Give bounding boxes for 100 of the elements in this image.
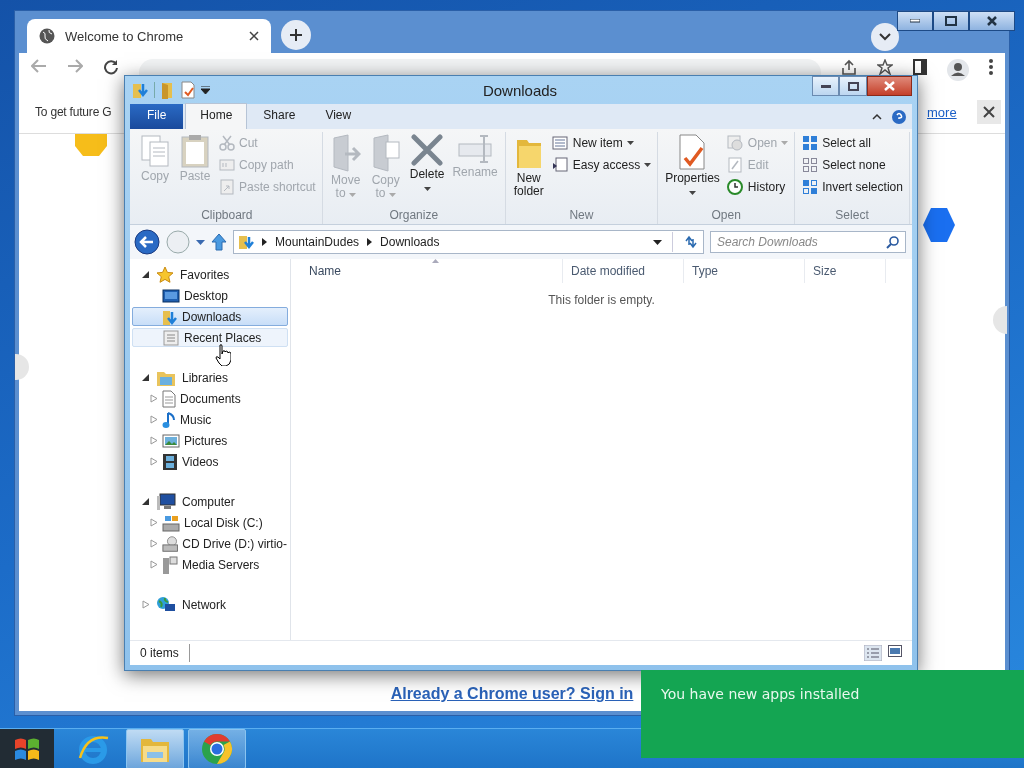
ribbon-tab[interactable]: File	[130, 104, 184, 129]
cd-drive-icon	[162, 534, 179, 553]
new-tab-button[interactable]	[281, 20, 311, 50]
properties-icon	[677, 134, 708, 170]
sign-in-link[interactable]: Already a Chrome user? Sign in	[390, 685, 634, 703]
caret-icon	[644, 163, 652, 167]
breadcrumb[interactable]: MountainDudes	[275, 235, 360, 249]
film-icon	[162, 452, 178, 471]
column-header[interactable]: Name	[301, 259, 563, 283]
breadcrumb-arrow-icon	[367, 238, 373, 246]
network-icon	[156, 595, 176, 614]
ribbon-tab[interactable]: View	[311, 104, 366, 129]
globe-icon	[39, 28, 55, 44]
up-arrow-icon	[211, 233, 227, 251]
star-icon	[877, 59, 893, 75]
group-label: Select	[834, 208, 870, 224]
nav-item[interactable]: Computer	[132, 492, 288, 511]
profile-icon	[947, 59, 969, 81]
column-header[interactable]: Date modified	[563, 259, 684, 283]
customize-arrow-icon	[201, 86, 210, 94]
caret-icon	[626, 141, 634, 145]
more-menu-icon	[989, 59, 993, 75]
nav-item[interactable]: Pictures	[132, 431, 288, 450]
ribbon-tab[interactable]: Share	[249, 104, 310, 129]
select-none-icon	[802, 158, 817, 172]
history-icon	[727, 179, 744, 195]
details-view-icon	[864, 645, 882, 661]
nav-item[interactable]: Desktop	[132, 286, 288, 305]
desktop-icon	[162, 288, 180, 303]
ribbon-tab[interactable]: Home	[185, 103, 248, 129]
nav-item[interactable]: Downloads	[132, 307, 288, 326]
new-item-icon	[552, 136, 569, 150]
scissors-icon	[218, 135, 235, 151]
sort-arrow-icon	[431, 259, 439, 263]
close-icon	[987, 16, 997, 26]
windows-logo-icon	[13, 736, 41, 762]
close-icon	[983, 106, 995, 118]
browser-tab[interactable]: Welcome to Chrome	[27, 19, 271, 53]
column-header[interactable]: Type	[684, 259, 805, 283]
maximize-button[interactable]	[839, 76, 867, 96]
reload-icon	[103, 59, 119, 75]
nav-item[interactable]: Music	[132, 410, 288, 429]
nav-item[interactable]: Network	[132, 595, 288, 614]
breadcrumb-arrow-icon	[262, 238, 267, 246]
ribbon-button[interactable]: History	[724, 176, 791, 198]
nav-item[interactable]: Libraries	[132, 368, 288, 387]
invert-selection-icon	[802, 180, 817, 194]
tab-search-button[interactable]	[871, 23, 899, 51]
ribbon-button[interactable]: Invert selection	[799, 176, 905, 198]
hand-cursor-icon	[215, 344, 231, 366]
minimize-icon	[820, 84, 831, 88]
share-icon	[841, 59, 857, 75]
group-label: Clipboard	[200, 208, 254, 224]
start-button[interactable]	[0, 729, 54, 768]
minimize-icon	[910, 19, 920, 23]
caret-icon	[348, 193, 356, 197]
side-panel-icon	[913, 59, 927, 75]
breadcrumb[interactable]: Downloads	[380, 235, 440, 249]
folder-download-icon	[238, 234, 254, 250]
search-field[interactable]: Search Downloads	[710, 231, 906, 253]
close-button[interactable]	[969, 11, 1015, 31]
easy-access-icon	[552, 157, 569, 173]
back-button-icon	[134, 229, 160, 255]
shortcut-icon	[219, 179, 234, 195]
forward-arrow-icon	[67, 59, 83, 73]
history-dropdown-icon	[196, 239, 205, 245]
ribbon-button[interactable]: New item	[549, 132, 654, 154]
address-field[interactable]: MountainDudes Downloads	[233, 230, 704, 254]
close-button[interactable]	[866, 76, 912, 96]
nav-item[interactable]: Documents	[132, 389, 288, 408]
learn-more-link[interactable]: more	[927, 104, 957, 120]
nav-item[interactable]: Media Servers	[132, 555, 288, 574]
nav-item[interactable]: Videos	[132, 452, 288, 471]
item-count: 0 items	[140, 646, 179, 660]
browser-e-icon	[77, 734, 109, 764]
ribbon-button[interactable]: Properties	[662, 132, 723, 200]
dropdown-arrow-icon	[653, 239, 662, 245]
hexagon-shape	[75, 134, 107, 156]
nav-item[interactable]: CD Drive (D:) virtio-	[132, 534, 288, 553]
edit-icon	[728, 157, 743, 173]
ribbon-button[interactable]: Select all	[799, 132, 905, 154]
ribbon-button[interactable]: Delete	[406, 132, 448, 196]
caret-icon	[423, 187, 431, 191]
caret-icon	[388, 193, 396, 197]
close-button[interactable]	[977, 100, 1001, 124]
minimize-button[interactable]	[812, 76, 840, 96]
local-disk-icon	[162, 513, 180, 532]
nav-item[interactable]: Local Disk (C:)	[132, 513, 288, 532]
nav-item[interactable]: Recent Places	[132, 328, 288, 347]
maximize-button[interactable]	[933, 11, 969, 31]
group-label: Organize	[388, 208, 440, 224]
help-icon	[892, 109, 906, 124]
column-header[interactable]: Size	[805, 259, 886, 283]
ribbon-button[interactable]: New folder	[509, 132, 548, 200]
nav-item[interactable]: Favorites	[132, 265, 288, 284]
ribbon-button[interactable]: Easy access	[549, 154, 654, 176]
chevron-down-icon	[879, 33, 891, 41]
minimize-button[interactable]	[897, 11, 933, 31]
taskbar-button[interactable]	[188, 729, 246, 768]
ribbon-button[interactable]: Select none	[799, 154, 905, 176]
